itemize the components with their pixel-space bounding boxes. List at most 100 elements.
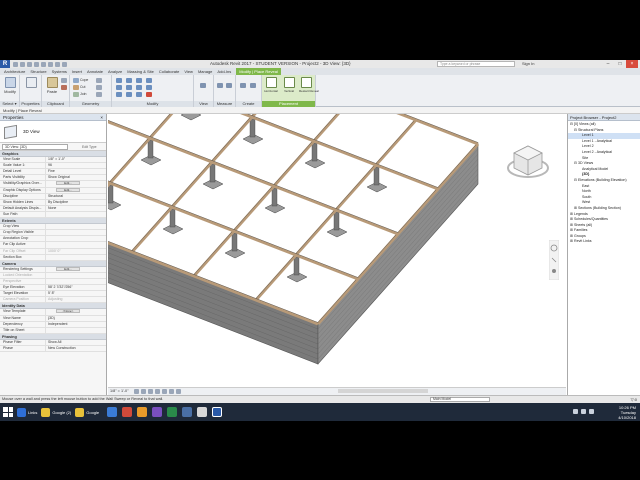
save-icon[interactable] [20, 61, 25, 67]
restart-reveal-button[interactable]: Restart Reveal [299, 77, 319, 97]
concrete-pier[interactable] [231, 232, 238, 252]
crop-icon[interactable] [169, 389, 174, 394]
paste-button[interactable]: Paste [45, 77, 59, 97]
mirror-icon[interactable] [116, 92, 122, 97]
3d-viewport[interactable] [108, 114, 566, 387]
chrome-icon[interactable] [137, 407, 148, 417]
render-icon[interactable] [162, 389, 167, 394]
taskbar-app-item[interactable]: Links [17, 406, 37, 418]
measure-tool-icon[interactable] [217, 83, 223, 88]
windows-start-icon[interactable] [3, 407, 13, 417]
navigation-bar[interactable] [549, 240, 559, 280]
concrete-pier[interactable] [169, 208, 176, 228]
modify-button[interactable]: Modify [3, 77, 17, 97]
measure-icon[interactable] [48, 61, 53, 67]
property-value[interactable]: 96 [46, 163, 106, 168]
print-icon[interactable] [41, 61, 46, 67]
file-explorer-icon[interactable] [107, 407, 118, 417]
property-value[interactable] [46, 255, 106, 260]
pin-icon[interactable] [146, 85, 152, 90]
clock[interactable]: 10:26 PM Tuesday 4/10/2018 [618, 405, 636, 420]
property-value[interactable] [46, 328, 106, 333]
temporary-hide-icon[interactable] [176, 389, 181, 394]
property-value[interactable]: Fine [46, 169, 106, 174]
sign-in-button[interactable]: Sign In [522, 61, 534, 66]
network-icon[interactable] [573, 409, 578, 414]
brick-course-line[interactable] [317, 163, 479, 345]
property-value[interactable] [46, 279, 106, 284]
ribbon-tab[interactable]: Insert [72, 69, 82, 74]
active-model-selector[interactable]: Main Model [430, 397, 490, 402]
property-value[interactable]: 5' 8" [46, 291, 106, 296]
concrete-pier[interactable] [293, 256, 300, 276]
split-icon[interactable] [136, 85, 142, 90]
powerpoint-icon[interactable] [122, 407, 133, 417]
visual-style-icon[interactable] [141, 389, 146, 394]
view-scale[interactable]: 1/8" = 1'-0" [110, 389, 129, 393]
minimize-icon[interactable]: – [602, 60, 614, 68]
copy-element-icon[interactable] [126, 85, 132, 90]
3d-view-icon[interactable] [62, 61, 67, 67]
property-value[interactable]: New Construction [46, 346, 106, 351]
concrete-pier[interactable] [271, 187, 278, 207]
detail-level-icon[interactable] [134, 389, 139, 394]
split-face-icon[interactable] [96, 78, 102, 83]
create-parts-icon[interactable] [240, 83, 246, 88]
properties-button[interactable] [24, 77, 38, 97]
sun-path-icon[interactable] [148, 389, 153, 394]
copy-icon[interactable] [61, 78, 67, 83]
property-value[interactable]: 1/8" = 1'-0" [46, 157, 106, 162]
property-value[interactable]: Edit... [46, 187, 106, 193]
search-input[interactable]: Type a keyword or phrase [437, 61, 515, 67]
store-icon[interactable] [182, 407, 193, 417]
close-icon[interactable]: × [626, 60, 638, 68]
property-value[interactable]: Independent [46, 322, 106, 327]
camera-icon[interactable] [197, 407, 208, 417]
property-edit-button[interactable]: Edit... [56, 187, 80, 192]
align-icon[interactable] [116, 78, 122, 83]
property-value[interactable] [46, 242, 106, 247]
cut-clip-icon[interactable] [61, 85, 67, 90]
ribbon-tab[interactable]: Modify | Place Reveal [236, 68, 281, 75]
text-icon[interactable] [55, 61, 60, 67]
concrete-pier[interactable] [249, 118, 256, 138]
demolish-icon[interactable] [96, 92, 102, 97]
create-group-icon[interactable] [250, 83, 256, 88]
property-value[interactable]: Edit... [46, 181, 106, 186]
battery-icon[interactable] [589, 409, 594, 414]
property-value[interactable] [46, 273, 106, 278]
property-value[interactable]: {3D} [46, 316, 106, 321]
ribbon-tab[interactable]: Architecture [4, 69, 25, 74]
redo-icon[interactable] [34, 61, 39, 67]
ribbon-tab[interactable]: View [184, 69, 193, 74]
join-icon[interactable] [73, 92, 79, 97]
property-value[interactable]: None [46, 206, 106, 211]
instance-selector[interactable]: 3D View: {3D} [2, 143, 68, 150]
dimension-icon[interactable] [226, 83, 232, 88]
property-value[interactable] [46, 224, 106, 229]
property-value[interactable] [46, 212, 106, 217]
volume-icon[interactable] [581, 409, 586, 414]
ribbon-tab[interactable]: Structure [30, 69, 46, 74]
undo-icon[interactable] [27, 61, 32, 67]
hide-in-view-icon[interactable] [200, 83, 206, 88]
concrete-pier[interactable] [209, 163, 216, 183]
property-value[interactable]: 58' 2 7/32"/256" [46, 285, 106, 290]
revit-app-menu-button[interactable]: R [0, 60, 10, 68]
selection-filter[interactable]: ▽:0 [631, 396, 637, 403]
brick-course-line[interactable] [317, 178, 479, 360]
foundation-model-canvas[interactable] [108, 114, 566, 387]
property-row[interactable]: Phase New Construction [0, 346, 106, 353]
concrete-pier[interactable] [147, 139, 154, 159]
revit-taskbar-icon[interactable] [212, 407, 223, 417]
open-icon[interactable] [13, 61, 18, 67]
cut-geometry-icon[interactable] [73, 85, 79, 90]
onenote-icon[interactable] [152, 407, 163, 417]
brick-course-line[interactable] [317, 153, 479, 335]
close-icon[interactable]: × [100, 114, 103, 121]
concrete-pier[interactable] [311, 142, 318, 162]
horizontal-scrollbar[interactable] [338, 389, 428, 393]
delete-icon[interactable] [146, 92, 152, 97]
ribbon-tab[interactable]: Analyze [108, 69, 122, 74]
concrete-pier[interactable] [373, 166, 380, 186]
